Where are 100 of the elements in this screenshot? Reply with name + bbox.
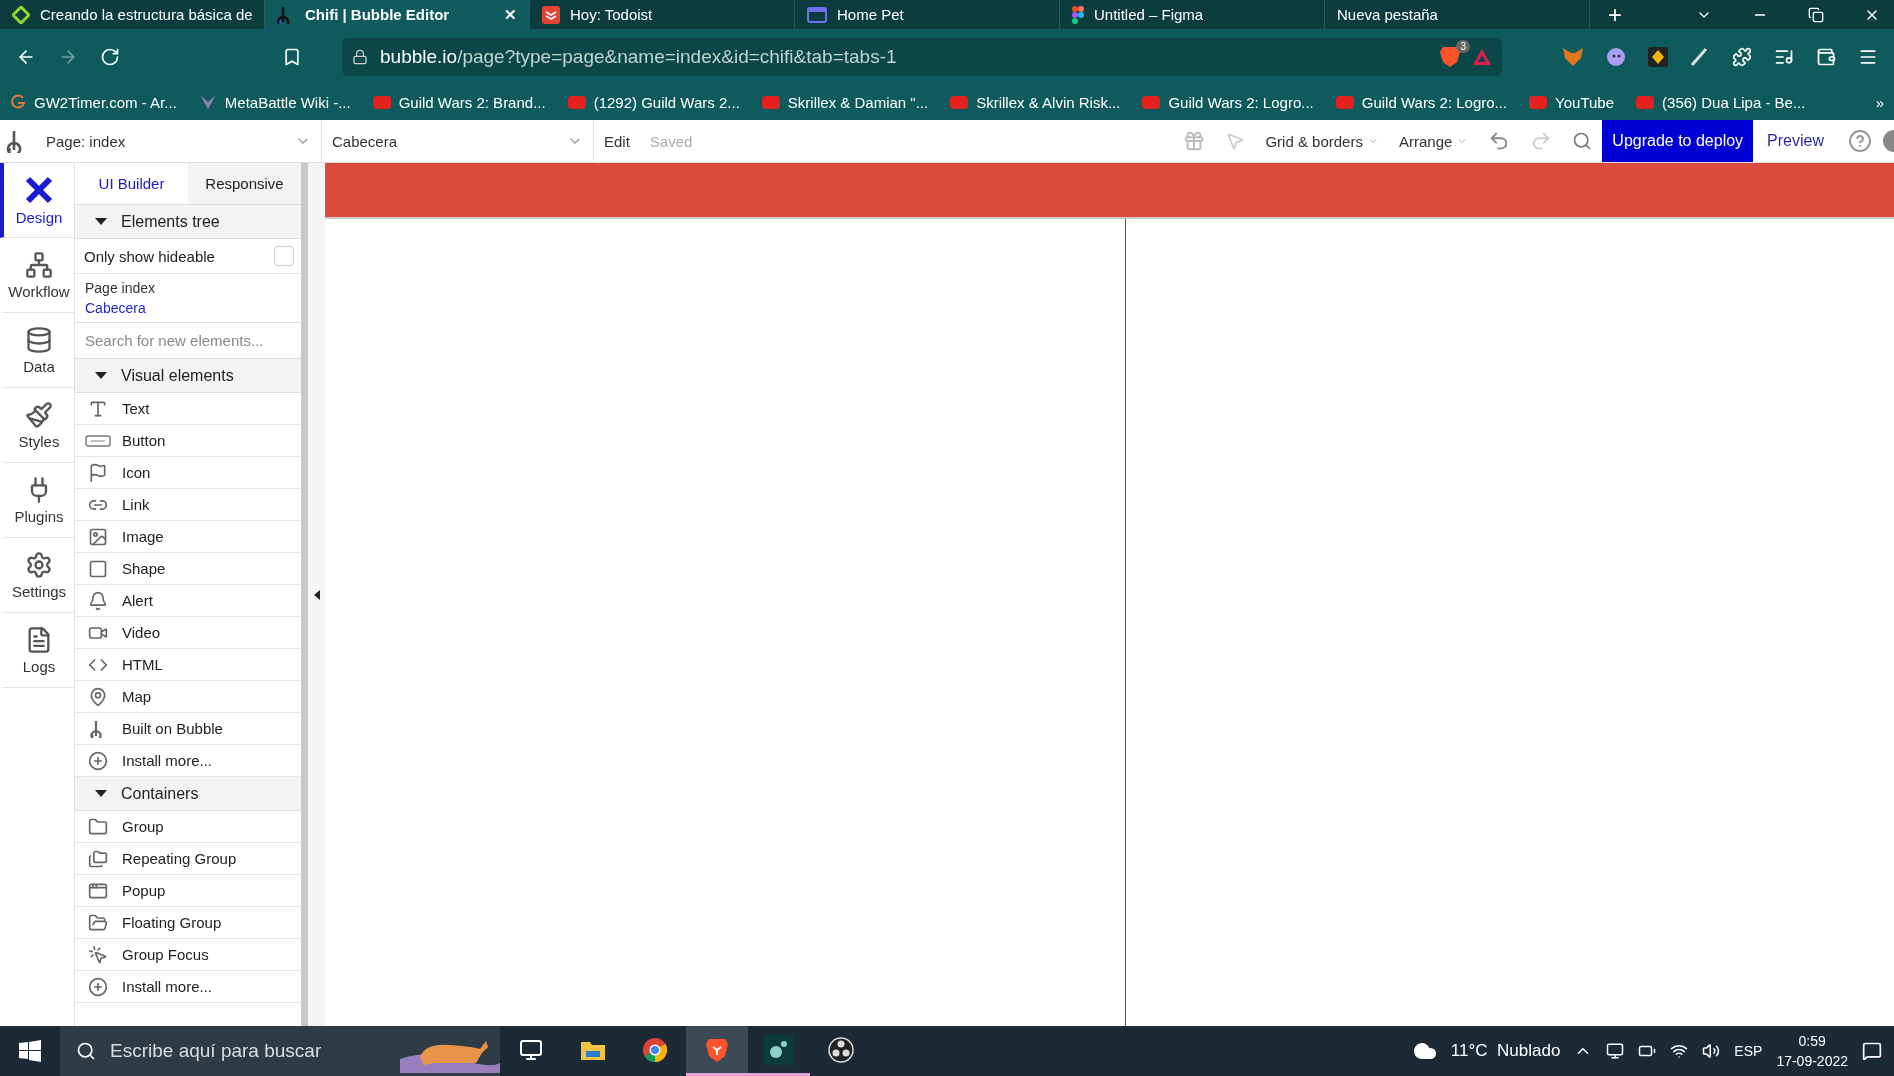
bookmark-link[interactable]: MetaBattle Wiki -... <box>198 93 351 111</box>
section-title: Containers <box>121 784 199 803</box>
extensions-icon[interactable] <box>1732 46 1752 67</box>
youtube-icon <box>1529 95 1548 109</box>
browser-tab[interactable]: Chifi | Bubble Editor ✕ <box>265 0 530 29</box>
upgrade-button[interactable]: Upgrade to deploy <box>1602 120 1754 162</box>
volume-icon[interactable] <box>1702 1042 1721 1060</box>
youtube-icon <box>567 95 586 109</box>
restore-icon[interactable] <box>1808 6 1824 23</box>
crossed-tools-icon <box>24 174 54 205</box>
plus-circle-icon <box>88 750 108 771</box>
sidebar-tab[interactable]: Data <box>0 313 74 388</box>
element-item[interactable]: HTML <box>122 656 163 673</box>
element-item[interactable]: Group <box>122 818 164 835</box>
collapse-arrow-icon[interactable] <box>313 589 320 600</box>
element-item[interactable]: Text <box>122 400 150 417</box>
element-item[interactable]: Floating Group <box>122 914 222 931</box>
element-item[interactable]: Repeating Group <box>122 850 237 867</box>
element-item[interactable]: Video <box>122 624 161 641</box>
search-icon[interactable] <box>1572 131 1593 151</box>
section-header[interactable]: Visual elements <box>75 359 301 393</box>
bookmark-icon[interactable] <box>282 46 302 67</box>
bookmark-link[interactable]: Guild Wars 2: Logro... <box>1142 93 1314 111</box>
fox-icon[interactable] <box>1562 46 1584 67</box>
clock[interactable]: 0:59 17-09-2022 <box>1776 1031 1848 1071</box>
bookmark-link[interactable]: (356) Dua Lipa - Be... <box>1636 93 1806 111</box>
chrome-logo-icon[interactable] <box>642 1036 668 1063</box>
reload-icon[interactable] <box>100 46 120 67</box>
triangle-icon <box>95 790 107 797</box>
bookmark-link[interactable]: YouTube <box>1529 93 1615 111</box>
map-pin-icon <box>88 686 108 707</box>
triangle-icon <box>95 372 107 379</box>
preview-link[interactable]: Preview <box>1753 132 1838 150</box>
edit-link[interactable]: Edit <box>594 132 640 150</box>
sidebar-tab[interactable]: Workflow <box>0 238 74 313</box>
lion-shield-icon[interactable] <box>1440 45 1460 68</box>
bookmark-link[interactable]: (1292) Guild Wars 2... <box>567 93 740 111</box>
weather-text[interactable]: 11°C Nublado <box>1450 1041 1561 1061</box>
monitor-icon[interactable] <box>1606 1042 1625 1060</box>
grid-borders-menu[interactable]: Grid & borders <box>1255 132 1389 150</box>
flag-icon <box>88 462 108 483</box>
element-item[interactable]: Icon <box>122 464 151 481</box>
tree-item[interactable]: Cabecera <box>85 300 291 316</box>
folders-icon <box>88 848 108 869</box>
bookmark-link[interactable]: Skrillex & Damian "... <box>761 93 929 111</box>
sidebar-tab[interactable]: Logs <box>0 613 74 688</box>
notifications-icon[interactable] <box>1862 1041 1882 1061</box>
close-tab-button[interactable]: ✕ <box>504 5 517 24</box>
panel-tab[interactable]: Responsive <box>188 163 301 205</box>
section-header[interactable]: Containers <box>75 777 301 811</box>
arrange-menu[interactable]: Arrange <box>1388 132 1479 150</box>
obs-logo-icon[interactable] <box>828 1036 854 1063</box>
element-item[interactable]: Group Focus <box>122 946 209 963</box>
page-dropdown[interactable]: Page: index <box>36 120 322 162</box>
image-icon <box>88 526 108 547</box>
header-bar[interactable] <box>325 163 1894 219</box>
language-indicator[interactable]: ESP <box>1734 1043 1763 1059</box>
element-item[interactable]: Install more... <box>122 978 213 995</box>
element-item[interactable]: Button <box>122 432 166 449</box>
sitemap-icon <box>25 250 53 279</box>
element-item[interactable]: Alert <box>122 592 153 609</box>
sidebar-tab[interactable]: Settings <box>0 538 74 613</box>
g-logo-icon <box>10 94 26 110</box>
settings-icon <box>25 550 53 579</box>
checkbox[interactable] <box>274 246 294 266</box>
pen-icon[interactable] <box>1690 46 1710 67</box>
bookmark-link[interactable]: Guild Wars 2: Logro... <box>1335 93 1508 111</box>
element-dropdown[interactable]: Cabecera <box>322 120 594 162</box>
bell-icon <box>88 590 108 611</box>
element-item[interactable]: Shape <box>122 560 166 577</box>
wifi-icon[interactable] <box>1670 1042 1689 1060</box>
new-tab-button[interactable]: + <box>1590 0 1640 29</box>
hexagon-logo-icon[interactable] <box>1648 46 1668 67</box>
avatar-icon[interactable] <box>1882 129 1894 153</box>
bookmark-link[interactable]: Guild Wars 2: Brand... <box>372 93 546 111</box>
youtube-icon <box>372 95 391 109</box>
app-logo-icon[interactable] <box>764 1034 794 1065</box>
sidebar-tab[interactable]: Plugins <box>0 463 74 538</box>
help-icon[interactable] <box>1848 129 1872 153</box>
wallet-icon[interactable] <box>1816 46 1836 67</box>
lion-logo-icon[interactable] <box>705 1036 729 1063</box>
more-bookmarks-button[interactable]: » <box>1875 93 1884 111</box>
address-bar[interactable]: bubble.io/page?type=page&name=index&id=chifi&tab=tabs-1 3 <box>342 37 1502 76</box>
bookmark-link[interactable]: GW2Timer.com - Ar... <box>10 93 177 111</box>
element-item[interactable]: Popup <box>122 882 166 899</box>
taskbar-search-field[interactable]: Escribe aquí para buscar <box>60 1026 500 1076</box>
element-item[interactable]: Install more... <box>122 752 213 769</box>
element-item[interactable]: Map <box>122 688 152 705</box>
section-header[interactable]: Elements tree <box>75 205 301 239</box>
element-item[interactable]: Link <box>122 496 150 513</box>
square-icon <box>88 558 108 579</box>
sidebar-tab[interactable]: Styles <box>0 388 74 463</box>
youtube-icon <box>1636 95 1655 109</box>
figma-logo-icon <box>1072 5 1084 24</box>
element-item[interactable]: Image <box>122 528 164 545</box>
ghost-icon[interactable] <box>1606 46 1626 67</box>
tree-item[interactable]: Page index <box>85 280 291 296</box>
task-view-icon[interactable] <box>519 1037 543 1062</box>
element-item[interactable]: Built on Bubble <box>122 720 223 737</box>
bookmark-link[interactable]: Skrillex & Alvin Risk... <box>950 93 1121 111</box>
